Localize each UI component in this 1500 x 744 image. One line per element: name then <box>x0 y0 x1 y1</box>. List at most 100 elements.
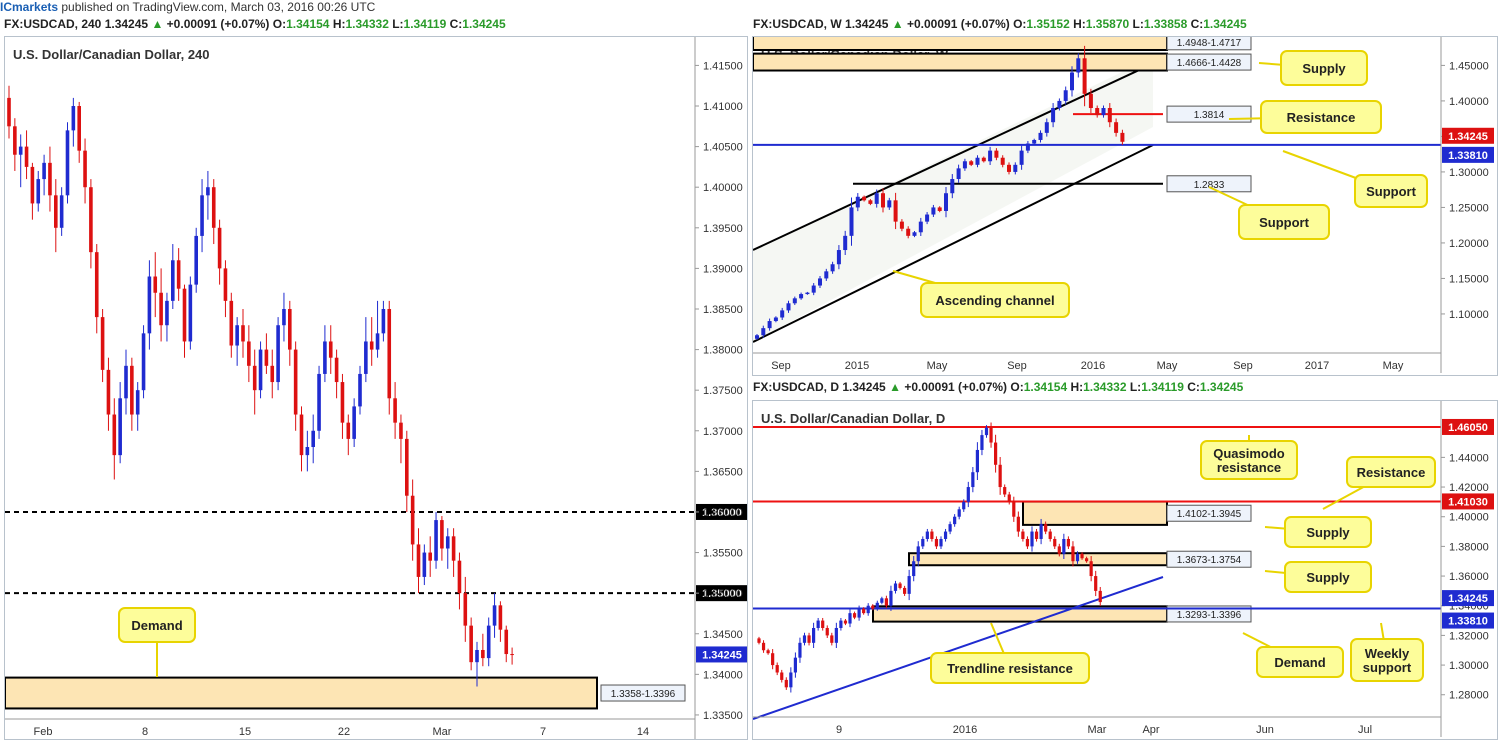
weekly-candle-body <box>811 285 816 293</box>
h4-callout-demand-label: Demand <box>131 618 182 633</box>
h4-candle-body <box>135 390 140 415</box>
weekly-candle-body <box>761 328 766 336</box>
weekly-candle-body <box>1076 58 1081 73</box>
price-tick-label: 1.38000 <box>703 345 743 357</box>
weekly-callout-support-low-label: Support <box>1259 215 1309 230</box>
h4-candle-body <box>364 341 368 374</box>
brand-link[interactable]: ICmarkets <box>0 0 58 14</box>
price-tick-label: 1.40000 <box>1449 96 1489 108</box>
weekly-candle-body <box>975 157 980 165</box>
time-tick-label: Feb <box>34 726 53 738</box>
daily-callout-weekly-support-label: support <box>1363 660 1412 675</box>
daily-candle-body <box>930 531 934 539</box>
time-tick-label: 15 <box>239 726 251 738</box>
h4-low: 1.34119 <box>403 17 447 31</box>
h4-candle-body <box>247 341 251 366</box>
weekly-candle-body <box>755 335 759 339</box>
time-tick-label: Mar <box>1088 724 1107 736</box>
weekly-candle-body <box>937 207 942 211</box>
publish-header: ICmarkets published on TradingView.com, … <box>0 0 1500 16</box>
h4-candle-body <box>469 625 473 663</box>
daily-candle-body <box>1039 524 1043 539</box>
h4-candle-body <box>410 495 415 545</box>
h4-chart[interactable]: U.S. Dollar/Canadian Dollar, 240 1.3358-1… <box>4 37 748 739</box>
h4-candle-body <box>282 308 286 326</box>
price-tick-label: 1.40000 <box>1449 512 1489 524</box>
time-tick-label: Jun <box>1256 724 1274 736</box>
h4-candle-body <box>83 150 87 188</box>
h4-candle-body <box>36 179 41 204</box>
weekly-candle-body <box>1013 164 1018 172</box>
daily-zone-label: 1.3673-1.3754 <box>1177 555 1242 566</box>
daily-change: +0.00091 (+0.07%) <box>904 380 1008 394</box>
weekly-high: 1.35870 <box>1085 17 1130 31</box>
weekly-candle-body <box>887 200 892 208</box>
h4-candle-body <box>252 365 257 391</box>
weekly-symbol: FX:USDCAD, W <box>753 17 842 31</box>
weekly-candle-body <box>843 235 848 251</box>
daily-candle-body <box>907 576 911 594</box>
weekly-callout-support-label: Support <box>1366 184 1416 199</box>
daily-candle-body <box>821 620 825 628</box>
daily-symbol: FX:USDCAD, D <box>753 380 839 394</box>
daily-candle-body <box>793 657 797 673</box>
time-tick-label: 22 <box>338 726 350 738</box>
daily-candle-body <box>757 638 761 643</box>
weekly-candle-body <box>799 294 804 299</box>
weekly-candle-body <box>1038 132 1043 140</box>
price-tick-label: 1.37000 <box>703 426 743 438</box>
h4-candle-body <box>305 447 310 456</box>
h4-chart-panel[interactable]: U.S. Dollar/Canadian Dollar, 240 1.3358-1… <box>4 36 748 740</box>
daily-candle-body <box>1062 538 1066 554</box>
daily-candle-body <box>916 546 920 562</box>
h4-open: 1.34154 <box>286 17 330 31</box>
price-tick-label: 1.45000 <box>1449 60 1489 72</box>
weekly-candle-body <box>1088 93 1093 109</box>
daily-candle-body <box>943 531 948 539</box>
price-tick-label: 1.39500 <box>703 223 743 235</box>
h4-candle-body <box>235 325 239 346</box>
daily-price-label-qm: 1.46050 <box>1448 422 1488 434</box>
h4-candle-body <box>323 341 327 374</box>
h4-demand-zone <box>4 676 598 710</box>
daily-chart[interactable]: U.S. Dollar/Canadian Dollar, D 1.4102-1.3… <box>752 401 1497 739</box>
price-tick-label: 1.40000 <box>703 182 743 194</box>
weekly-candle-body <box>1070 72 1074 91</box>
h4-candle-body <box>124 365 128 399</box>
daily-candle-body <box>971 472 975 488</box>
daily-callout-trendline-label: Trendline resistance <box>947 661 1073 676</box>
h4-candle-body <box>352 406 356 439</box>
weekly-candle-body <box>1007 164 1011 172</box>
price-tick-label: 1.36000 <box>1449 571 1489 583</box>
price-tick-label: 1.15000 <box>1449 273 1489 285</box>
daily-candle-body <box>839 620 843 628</box>
weekly-chart-panel[interactable]: U.S. Dollar/Canadian Dollar, W1.4948-1.4… <box>752 32 1498 376</box>
daily-chart-panel[interactable]: U.S. Dollar/Canadian Dollar, D 1.4102-1.3… <box>752 400 1498 740</box>
h4-candle-body <box>241 325 245 342</box>
daily-candle-body <box>889 590 893 606</box>
daily-candle-body <box>893 583 898 591</box>
daily-candle-body <box>957 509 961 517</box>
daily-candle-body <box>1034 531 1039 539</box>
h4-candle-body <box>387 308 392 399</box>
h4-candle-body <box>293 349 298 415</box>
weekly-candle-body <box>1032 139 1037 144</box>
price-tick-label: 1.33500 <box>703 710 743 722</box>
weekly-chart[interactable]: U.S. Dollar/Canadian Dollar, W1.4948-1.4… <box>752 32 1497 375</box>
daily-candle-body <box>1071 546 1075 562</box>
daily-candle-body <box>934 538 939 547</box>
weekly-candle-body <box>805 292 810 295</box>
daily-candle-body <box>1089 561 1093 577</box>
weekly-supply-zone <box>752 32 1168 51</box>
daily-candle-body <box>884 598 888 606</box>
time-tick-label: Jul <box>1358 724 1372 736</box>
h4-candle-body <box>77 106 81 151</box>
daily-candle-body <box>816 620 820 628</box>
daily-candle-body <box>989 427 993 443</box>
daily-symbol-header: FX:USDCAD, D 1.34245 ▲ +0.00091 (+0.07%)… <box>753 380 1244 394</box>
h4-candle-body <box>328 341 333 358</box>
h4-symbol-header: FX:USDCAD, 240 1.34245 ▲ +0.00091 (+0.07… <box>4 17 506 31</box>
h4-candle-body <box>334 357 339 383</box>
weekly-candle-body <box>874 193 879 204</box>
weekly-candle-body <box>925 214 930 222</box>
